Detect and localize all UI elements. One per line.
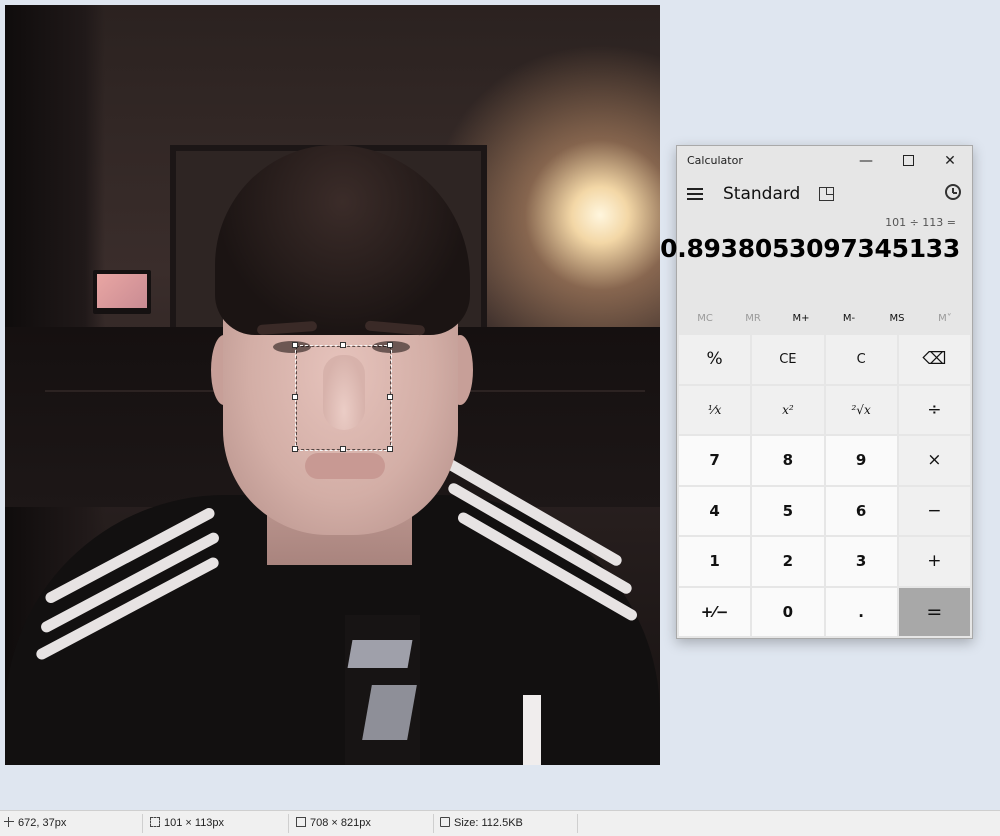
close-button[interactable]: ✕ (929, 146, 971, 176)
status-divider (577, 814, 578, 833)
maximize-button[interactable] (887, 146, 929, 176)
status-divider (433, 814, 434, 833)
digit-0-key[interactable]: 0 (752, 587, 824, 636)
digit-1-key[interactable]: 1 (679, 537, 751, 586)
result-display: 0.8938053097345133 (660, 234, 960, 263)
square-root-key[interactable]: ²√x (825, 385, 897, 434)
cursor-position-text: 672, 37px (18, 817, 67, 829)
mode-title: Standard (723, 184, 801, 204)
selection-handle[interactable] (340, 446, 346, 452)
selection-handle[interactable] (387, 446, 393, 452)
cursor-position-item: 672, 37px (4, 817, 66, 829)
minimize-button[interactable]: — (845, 146, 887, 176)
image-dimensions-text: 708 × 821px (310, 817, 371, 829)
selection-handle[interactable] (292, 394, 298, 400)
status-bar: 672, 37px 101 × 113px 708 × 821px Size: … (0, 810, 1000, 836)
shirt-logo (345, 615, 420, 765)
window-title: Calculator (687, 154, 743, 167)
selection-handle[interactable] (292, 342, 298, 348)
status-divider (142, 814, 143, 833)
memory-clear-button[interactable]: MC (681, 308, 729, 330)
digit-8-key[interactable]: 8 (752, 436, 824, 485)
image-size-icon (296, 817, 306, 828)
reciprocal-key[interactable]: ¹⁄x (679, 385, 751, 434)
selection-size-text: 101 × 113px (164, 817, 225, 829)
keypad: % CE C ⌫ ¹⁄x x² ²√x ÷ 7 8 9 × 4 5 6− 1 2 3 + +⁄− 0. = (679, 335, 970, 636)
digit-7-key[interactable]: 7 (679, 436, 751, 485)
equals-key[interactable]: = (898, 587, 970, 636)
digit-9-key[interactable]: 9 (825, 436, 897, 485)
save-disk-icon (440, 817, 450, 828)
clear-entry-key[interactable]: CE (752, 335, 824, 384)
keep-on-top-icon[interactable] (819, 187, 834, 201)
status-divider (288, 814, 289, 833)
selection-size-item: 101 × 113px (150, 817, 224, 829)
memory-recall-button[interactable]: MR (729, 308, 777, 330)
memory-list-button[interactable]: M˅ (921, 308, 969, 330)
divide-key[interactable]: ÷ (898, 385, 970, 434)
expression-display: 101 ÷ 113 = (885, 216, 956, 229)
digit-5-key[interactable]: 5 (752, 486, 824, 535)
backspace-key[interactable]: ⌫ (898, 335, 970, 384)
selection-handle[interactable] (340, 342, 346, 348)
selection-icon (150, 817, 160, 828)
selection-rectangle[interactable] (295, 345, 392, 451)
clear-key[interactable]: C (825, 335, 897, 384)
selection-handle[interactable] (387, 342, 393, 348)
maximize-icon (902, 154, 914, 166)
photo-monitor (93, 270, 151, 314)
negate-key[interactable]: +⁄− (679, 587, 751, 636)
square-key[interactable]: x² (752, 385, 824, 434)
multiply-key[interactable]: × (898, 436, 970, 485)
file-size-item: Size: 112.5KB (440, 817, 523, 829)
digit-6-key[interactable]: 6 (825, 486, 897, 535)
digit-2-key[interactable]: 2 (752, 537, 824, 586)
memory-add-button[interactable]: M+ (777, 308, 825, 330)
image-canvas[interactable] (5, 5, 660, 765)
photo-lips (305, 453, 385, 479)
add-key[interactable]: + (898, 537, 970, 586)
file-size-text: Size: 112.5KB (454, 817, 523, 829)
calculator-titlebar[interactable]: Calculator — ✕ (677, 146, 972, 176)
selection-handle[interactable] (292, 446, 298, 452)
image-dimensions-item: 708 × 821px (296, 817, 371, 829)
memory-row: MC MR M+ M- MS M˅ (679, 308, 970, 330)
selection-handle[interactable] (387, 394, 393, 400)
calculator-window: Calculator — ✕ Standard 101 ÷ 113 = 0.89… (660, 145, 973, 639)
navigation-menu-icon[interactable] (687, 188, 703, 200)
memory-store-button[interactable]: MS (873, 308, 921, 330)
decimal-key[interactable]: . (825, 587, 897, 636)
history-icon[interactable] (945, 184, 961, 200)
digit-3-key[interactable]: 3 (825, 537, 897, 586)
digit-4-key[interactable]: 4 (679, 486, 751, 535)
percent-key[interactable]: % (679, 335, 751, 384)
memory-subtract-button[interactable]: M- (825, 308, 873, 330)
subtract-key[interactable]: − (898, 486, 970, 535)
photo-badge (523, 695, 541, 765)
cursor-crosshair-icon (4, 817, 14, 828)
